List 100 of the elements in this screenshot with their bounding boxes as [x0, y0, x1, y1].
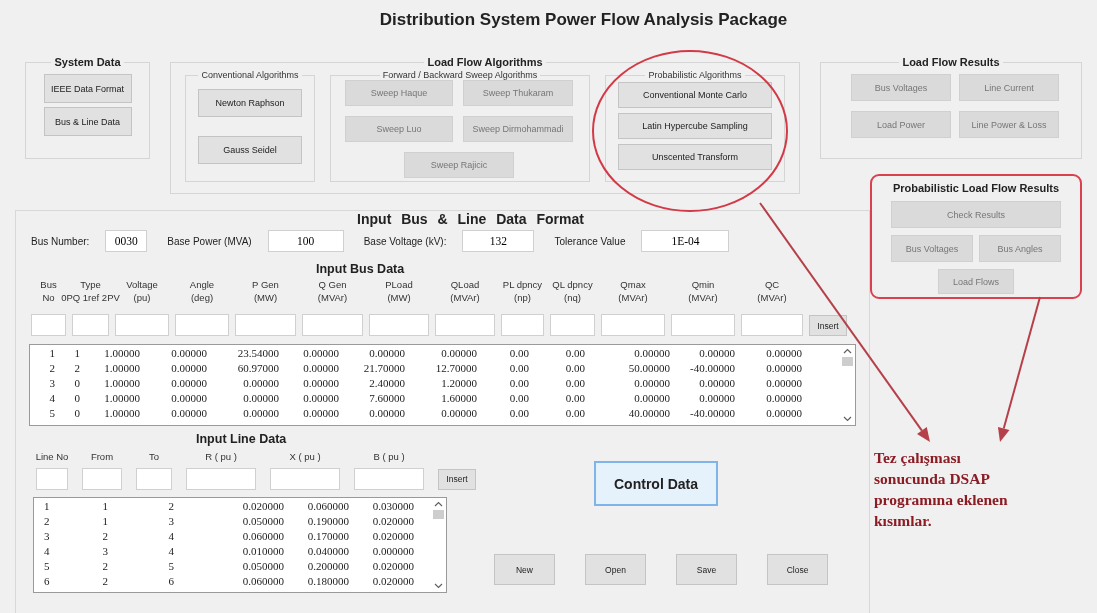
input-field[interactable] — [175, 314, 229, 336]
field-label: Bus Number: — [31, 235, 90, 247]
list-cell-text: 5 — [44, 559, 51, 574]
list-cell-text: 1.00000 — [103, 346, 140, 361]
input-field[interactable] — [601, 314, 665, 336]
list-cell-text: 0.00000 — [170, 346, 207, 361]
list-cell-text: 0.00 — [564, 391, 585, 406]
input-field[interactable] — [550, 314, 595, 336]
input-field[interactable]: 0030 — [105, 230, 148, 252]
list-cell-text: 3 — [44, 529, 51, 544]
input-field[interactable] — [186, 468, 256, 490]
column-header: To — [148, 451, 159, 463]
input-field[interactable]: 100 — [267, 230, 344, 252]
scroll-thumb[interactable] — [842, 357, 853, 366]
input-field[interactable] — [31, 314, 66, 336]
list-cell-text: 0.060000 — [241, 529, 284, 544]
input-field[interactable] — [671, 314, 735, 336]
data-button[interactable]: IEEE Data Format — [43, 74, 132, 103]
list-cell-text: 0.00 — [564, 376, 585, 391]
list-cell-text: 0.00000 — [170, 376, 207, 391]
list-box[interactable]: 1 1 2 0.020000 0.060000 0.030000 2 1 3 0.050000 0.190000 0.020000 3 2 4 0.060000 0.170000 0.020000 4 3 4 0.010000 0.040000 0.000000 5 2 5 0.050000 0.200000 0.020000 6 2 6 0.060000 0.180000 0.020000 — [33, 497, 447, 593]
control-data-button[interactable]: Control Data — [594, 461, 718, 506]
column-header: PLoad (MW) — [385, 278, 413, 305]
input-field[interactable] — [115, 314, 169, 336]
list-cell-text: 0.00000 — [698, 376, 735, 391]
list-cell-text: 0.00000 — [368, 346, 405, 361]
list-cell-text: 6 — [167, 574, 174, 589]
list-cell-text: -40.00000 — [689, 406, 735, 421]
column-header: Q Gen (MVAr) — [317, 278, 348, 305]
input-field[interactable] — [435, 314, 495, 336]
panel-title: Input Bus & Line Data Format — [356, 211, 584, 227]
list-cell-text: 1.00000 — [103, 376, 140, 391]
list-cell-text: 2 — [48, 361, 55, 376]
list-cell-text: 1.00000 — [103, 361, 140, 376]
algorithm-button[interactable]: Newton Raphson — [198, 89, 302, 117]
input-field[interactable] — [270, 468, 340, 490]
list-cell-text: 0.050000 — [241, 514, 284, 529]
algorithm-button[interactable]: Gauss Seidel — [198, 136, 302, 164]
file-button[interactable]: Save — [676, 554, 737, 585]
list-cell-text: 1 — [101, 499, 108, 514]
column-header: Type 0PQ 1ref 2PV — [61, 278, 120, 305]
list-cell-text: 0 — [73, 391, 80, 406]
list-cell-text: 0.00000 — [765, 376, 802, 391]
list-cell-text: 2 — [167, 499, 174, 514]
scroll-up-icon — [434, 501, 443, 507]
input-field[interactable] — [72, 314, 109, 336]
scroll-thumb[interactable] — [433, 510, 444, 519]
input-field[interactable] — [354, 468, 424, 490]
window-title: Distribution System Power Flow Analysis Package — [378, 9, 789, 31]
list-cell-text: 0.00000 — [302, 376, 339, 391]
group-title: Conventional Algorithms — [200, 70, 300, 80]
group-title: Forward / Backward Sweep Algorithms — [381, 70, 539, 80]
input-field[interactable]: 1E-04 — [641, 230, 730, 252]
field-label: Tolerance Value — [554, 235, 626, 247]
input-field[interactable] — [302, 314, 363, 336]
panel-title: Probabilistic Load Flow Results — [892, 182, 1060, 194]
column-header: From — [90, 451, 114, 463]
list-cell-text: 0.00 — [564, 361, 585, 376]
insert-button[interactable]: Insert — [809, 315, 847, 336]
list-cell-text: 0.00000 — [765, 346, 802, 361]
list-cell-text: 0.00 — [564, 406, 585, 421]
input-field[interactable] — [136, 468, 172, 490]
list-cell-text: 0.00000 — [302, 391, 339, 406]
list-cell-text: 2.40000 — [368, 376, 405, 391]
algorithm-button[interactable]: Conventional Monte Carlo — [618, 82, 772, 108]
list-cell-text: 0.00000 — [368, 406, 405, 421]
data-button[interactable]: Bus & Line Data — [43, 107, 132, 136]
input-field[interactable] — [82, 468, 122, 490]
list-cell-text: 0.00000 — [170, 391, 207, 406]
input-field[interactable] — [235, 314, 296, 336]
list-cell-text: 0.00 — [508, 391, 529, 406]
list-cell-text: 0.00 — [508, 376, 529, 391]
list-cell-text: 0.00000 — [242, 406, 279, 421]
list-cell-text: 2 — [73, 361, 80, 376]
list-box[interactable] — [29, 344, 856, 426]
list-cell-text: 0.010000 — [241, 544, 284, 559]
scroll-down-icon — [434, 583, 443, 589]
list-cell-text: 23.54000 — [236, 346, 279, 361]
algorithm-button[interactable]: Latin Hypercube Sampling — [618, 113, 772, 139]
input-field[interactable] — [741, 314, 803, 336]
list-cell-text: -40.00000 — [689, 361, 735, 376]
list-cell-text: 5 — [167, 559, 174, 574]
file-button[interactable]: New — [494, 554, 555, 585]
list-cell-text: 0.020000 — [371, 559, 414, 574]
list-cell-text: 0.00 — [508, 346, 529, 361]
list-cell-text: 0.00000 — [440, 346, 477, 361]
list-cell-text: 0.030000 — [371, 499, 414, 514]
insert-button[interactable]: Insert — [438, 468, 476, 490]
input-field[interactable] — [369, 314, 429, 336]
file-button[interactable]: Open — [585, 554, 646, 585]
list-cell-text: 0.00000 — [440, 406, 477, 421]
list-cell-text: 4 — [167, 529, 174, 544]
file-button[interactable]: Close — [767, 554, 828, 585]
input-field[interactable] — [501, 314, 544, 336]
input-field[interactable] — [36, 468, 68, 490]
input-field[interactable]: 132 — [462, 230, 535, 252]
list-cell-text: 6 — [44, 574, 51, 589]
field-label: Base Voltage (kV): — [363, 235, 447, 247]
list-cell-text: 4 — [44, 544, 51, 559]
algorithm-button[interactable]: Unscented Transform — [618, 144, 772, 170]
